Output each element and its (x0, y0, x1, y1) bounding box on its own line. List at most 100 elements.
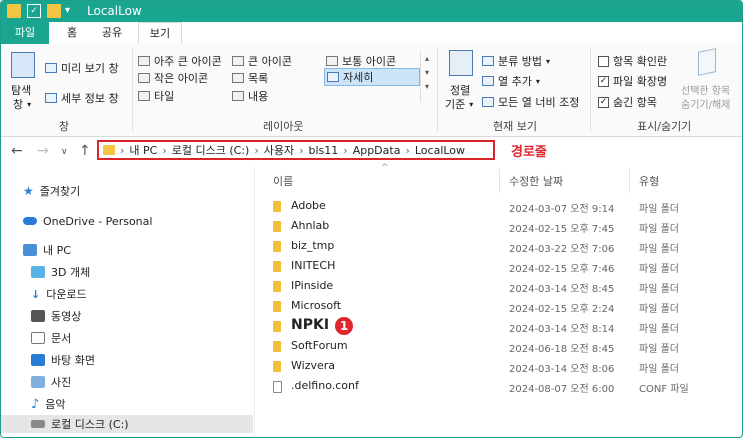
breadcrumb-chevron-icon[interactable]: › (343, 144, 347, 157)
properties-icon[interactable]: ✓ (27, 4, 41, 18)
extra-large-icons-icon (138, 56, 150, 66)
sidebar-item-this-pc[interactable]: 내 PC (23, 241, 71, 259)
file-row[interactable]: INITECH 2024-02-15 오후 7:46 파일 폴더 (255, 256, 742, 276)
layout-tiles[interactable]: 타일 (138, 88, 174, 104)
add-columns-icon (482, 76, 494, 86)
column-header-name[interactable]: 이름 (273, 173, 293, 189)
folder-icon (273, 321, 281, 332)
breadcrumb-locallow[interactable]: LocalLow (415, 144, 465, 157)
add-columns-button[interactable]: 열 추가 ▾ (482, 73, 540, 89)
layout-large-icons[interactable]: 큰 아이콘 (232, 53, 292, 69)
file-row[interactable]: biz_tmp 2024-03-22 오전 7:06 파일 폴더 (255, 236, 742, 256)
file-row-npki[interactable]: NPKI 1 2024-03-14 오전 8:14 파일 폴더 (255, 316, 742, 336)
checkbox-checked[interactable]: ✓ (598, 75, 609, 87)
sidebar-item-onedrive[interactable]: OneDrive - Personal (23, 212, 152, 230)
small-icons-icon (138, 73, 150, 83)
breadcrumb-chevron-icon[interactable]: › (254, 144, 258, 157)
layout-list[interactable]: 목록 (232, 70, 268, 86)
layout-extra-large-icons[interactable]: 아주 큰 아이콘 (138, 53, 222, 69)
back-arrow-icon[interactable]: ← (11, 143, 23, 159)
customize-toolbar-icon[interactable]: ▾ (65, 4, 79, 18)
forward-arrow-icon[interactable]: → (37, 143, 49, 159)
navigation-row: ← → ∨ ↑ › 내 PC › 로컬 디스크 (C:) › 사용자 › bls… (1, 137, 742, 165)
address-bar[interactable]: › 내 PC › 로컬 디스크 (C:) › 사용자 › bls11 › App… (97, 140, 495, 160)
breadcrumb-chevron-icon[interactable]: › (120, 144, 124, 157)
navigation-pane-dropdown[interactable]: 창 ▾ (13, 96, 31, 112)
layout-details[interactable]: 자세히 (324, 68, 420, 86)
path-annotation-label: 경로줄 (511, 145, 547, 160)
sidebar-item-local-disk[interactable]: 로컬 디스크 (C:) (1, 415, 253, 433)
tab-view[interactable]: 보기 (138, 22, 182, 46)
item-checkboxes-toggle[interactable]: 항목 확인란 (598, 53, 667, 69)
sidebar-item-downloads[interactable]: ↓ 다운로드 (31, 285, 87, 303)
chevron-down-icon: ▾ (535, 76, 540, 86)
layout-content[interactable]: 내용 (232, 88, 268, 104)
sidebar-item-3d-objects[interactable]: 3D 개체 (31, 263, 90, 281)
layout-list-label: 목록 (248, 72, 269, 85)
layout-scroll-arrows[interactable]: ▴ ▾ ▾ (420, 52, 433, 102)
column-divider[interactable] (629, 169, 630, 193)
file-row[interactable]: IPinside 2024-03-14 오전 8:45 파일 폴더 (255, 276, 742, 296)
window-title: LocalLow (87, 4, 142, 18)
checkbox-checked[interactable]: ✓ (598, 96, 609, 108)
sidebar-item-label: 음악 (45, 398, 66, 411)
sidebar-item-quick-access[interactable]: ★ 즐겨찾기 (23, 182, 80, 200)
sidebar-item-pictures[interactable]: 사진 (31, 373, 71, 391)
file-row[interactable]: Ahnlab 2024-02-15 오후 7:45 파일 폴더 (255, 216, 742, 236)
file-extensions-toggle[interactable]: ✓ 파일 확장명 (598, 73, 667, 89)
new-folder-icon[interactable] (47, 4, 61, 18)
breadcrumb-users[interactable]: 사용자 (264, 142, 294, 158)
sidebar-item-desktop[interactable]: 바탕 화면 (31, 351, 95, 369)
tab-file[interactable]: 파일 (1, 22, 49, 44)
sidebar-item-documents[interactable]: 문서 (31, 329, 71, 347)
group-by-button[interactable]: 분류 방법 ▾ (482, 53, 550, 69)
column-divider[interactable] (499, 169, 500, 193)
breadcrumb-chevron-icon[interactable]: › (405, 144, 409, 157)
hide-selected-button[interactable]: 선택한 항목 (681, 82, 730, 97)
file-name: INITECH (291, 259, 336, 272)
recent-locations-icon[interactable]: ∨ (61, 147, 68, 157)
breadcrumb-this-pc[interactable]: 내 PC (129, 142, 157, 158)
folder-icon (273, 341, 281, 352)
tab-home[interactable]: 홈 (59, 22, 85, 44)
preview-pane-button[interactable]: 미리 보기 창 (45, 60, 119, 76)
file-row[interactable]: SoftForum 2024-06-18 오전 8:45 파일 폴더 (255, 336, 742, 356)
sidebar-item-music[interactable]: ♪ 음악 (31, 395, 66, 413)
breadcrumb-chevron-icon[interactable]: › (299, 144, 303, 157)
folder-icon (273, 221, 281, 232)
column-header-date[interactable]: 수정한 날짜 (509, 173, 563, 189)
sidebar-item-videos[interactable]: 동영상 (31, 307, 81, 325)
picture-icon (31, 376, 45, 388)
title-bar: ✓ ▾ LocalLow (1, 1, 742, 22)
layout-medium-icons[interactable]: 보통 아이콘 (326, 53, 396, 69)
details-pane-button[interactable]: 세부 정보 창 (45, 90, 119, 106)
sidebar-item-label: 바탕 화면 (51, 354, 95, 367)
sidebar-item-label: 로컬 디스크 (C:) (51, 418, 129, 431)
medium-icons-icon (326, 56, 338, 66)
hidden-items-toggle[interactable]: ✓ 숨긴 항목 (598, 94, 657, 110)
tab-share[interactable]: 공유 (93, 22, 131, 44)
layout-small-icons[interactable]: 작은 아이콘 (138, 70, 208, 86)
breadcrumb-appdata[interactable]: AppData (353, 144, 401, 157)
folder-icon (273, 361, 281, 372)
breadcrumb-local-disk[interactable]: 로컬 디스크 (C:) (172, 142, 250, 158)
file-row[interactable]: .delfino.conf 2024-08-07 오전 6:00 CONF 파일 (255, 376, 742, 396)
checkbox-unchecked[interactable] (598, 55, 609, 67)
folder-icon (273, 201, 281, 212)
explorer-window: ✓ ▾ LocalLow 파일 홈 공유 보기 탐색 창 ▾ 미리 보기 창 세부… (0, 0, 743, 438)
hide-selected-button-2[interactable]: 숨기기/해제 (681, 96, 730, 111)
size-all-columns-button[interactable]: 모든 열 너비 조정 (482, 94, 579, 110)
file-row[interactable]: Adobe 2024-03-07 오전 9:14 파일 폴더 (255, 196, 742, 216)
up-arrow-icon[interactable]: ↑ (79, 143, 91, 159)
folder-icon (273, 281, 281, 292)
sidebar-item-label: 3D 개체 (51, 266, 91, 279)
breadcrumb-user[interactable]: bls11 (309, 144, 339, 157)
file-row[interactable]: Microsoft 2024-02-15 오후 2:24 파일 폴더 (255, 296, 742, 316)
file-row[interactable]: Wizvera 2024-03-14 오전 8:06 파일 폴더 (255, 356, 742, 376)
current-view-group-label: 현재 보기 (493, 120, 537, 133)
breadcrumb-chevron-icon[interactable]: › (162, 144, 166, 157)
chevron-down-icon: ▾ (469, 99, 474, 109)
column-header-type[interactable]: 유형 (639, 173, 659, 189)
sort-by-dropdown[interactable]: 기준 ▾ (445, 96, 473, 112)
add-columns-label: 열 추가 (498, 75, 532, 88)
